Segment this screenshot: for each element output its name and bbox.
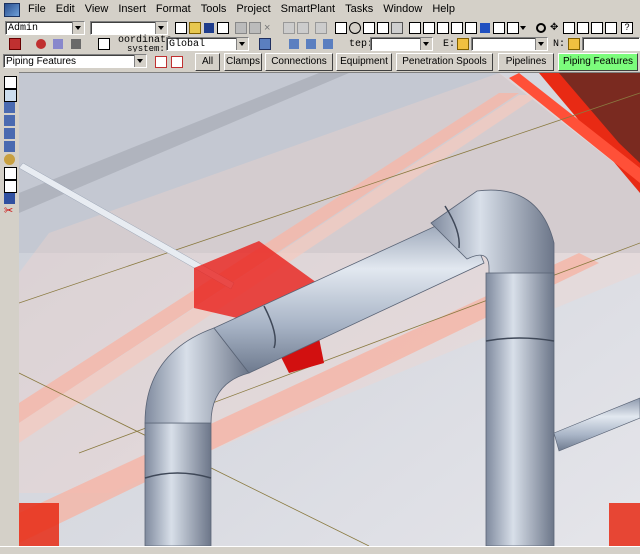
undo-icon[interactable]	[314, 21, 328, 35]
e-label: E:	[443, 39, 456, 50]
menu-window[interactable]: Window	[378, 0, 427, 19]
filter-piping-features-button[interactable]: Piping Features	[558, 53, 638, 71]
open-icon[interactable]	[188, 21, 202, 35]
flag-icon[interactable]	[478, 21, 492, 35]
menu-file[interactable]: File	[23, 0, 51, 19]
filter-clamps-button[interactable]: Clamps	[224, 53, 262, 71]
filter-connections-button[interactable]: Connections	[265, 53, 333, 71]
delete-icon[interactable]: ✂	[4, 206, 15, 217]
save-icon[interactable]	[202, 21, 216, 35]
filter-select-icon[interactable]	[154, 55, 168, 69]
n-label: N:	[553, 39, 566, 50]
menu-edit[interactable]: Edit	[51, 0, 80, 19]
rotate-icon[interactable]	[4, 115, 15, 126]
structure-icon[interactable]	[436, 21, 450, 35]
settings-icon[interactable]	[97, 37, 111, 51]
menu-smartplant[interactable]: SmartPlant	[276, 0, 340, 19]
layer-icon[interactable]	[464, 21, 478, 35]
plane-icon[interactable]	[287, 37, 301, 51]
chevron-down-icon	[72, 22, 84, 34]
bottom-red-beam	[19, 503, 59, 546]
properties-icon[interactable]	[8, 37, 22, 51]
equipment-icon[interactable]	[422, 21, 436, 35]
filter-penetration-spools-button[interactable]: Penetration Spools	[396, 53, 493, 71]
filter-icon[interactable]	[51, 37, 65, 51]
chevron-down-icon[interactable]	[518, 21, 528, 35]
fit-icon[interactable]	[4, 154, 15, 165]
report-icon[interactable]	[362, 21, 376, 35]
finish-icon[interactable]	[69, 37, 83, 51]
menu-bar: File Edit View Insert Format Tools Proje…	[0, 0, 640, 19]
n-lock-icon[interactable]	[567, 37, 581, 51]
chevron-down-icon	[236, 38, 248, 50]
menu-insert[interactable]: Insert	[113, 0, 151, 19]
menu-help[interactable]: Help	[427, 0, 460, 19]
property-icon[interactable]	[282, 21, 296, 35]
zoom-icon[interactable]	[4, 141, 15, 152]
menu-tasks[interactable]: Tasks	[340, 0, 378, 19]
user-combo[interactable]: Admin	[5, 21, 85, 35]
chevron-down-icon	[155, 22, 167, 34]
grid-icon[interactable]	[492, 21, 506, 35]
zoom-icon[interactable]	[534, 21, 548, 35]
graphic-view[interactable]	[19, 73, 640, 546]
app-icon[interactable]	[4, 2, 20, 17]
menu-view[interactable]: View	[80, 0, 114, 19]
checklist-icon[interactable]	[334, 21, 348, 35]
chevron-down-icon	[134, 55, 146, 67]
camera-icon[interactable]	[604, 21, 618, 35]
hanger-icon[interactable]	[450, 21, 464, 35]
standard-toolbar: Admin × ✥ ?	[0, 19, 640, 36]
point-icon[interactable]	[321, 37, 335, 51]
step-lock-icon[interactable]	[456, 37, 470, 51]
menu-format[interactable]: Format	[151, 0, 196, 19]
route-icon[interactable]	[4, 167, 17, 180]
left-tool-palette: ✂	[0, 72, 20, 548]
menu-tools[interactable]: Tools	[196, 0, 232, 19]
tools-icon[interactable]	[376, 21, 390, 35]
measure-icon[interactable]	[4, 102, 15, 113]
filter-equipment-button[interactable]: Equipment	[336, 53, 392, 71]
paste-icon[interactable]	[248, 21, 262, 35]
vertical-pipe-right	[485, 272, 555, 546]
coordinate-system-combo[interactable]: Global	[166, 37, 249, 51]
filter-pipelines-button[interactable]: Pipelines	[498, 53, 554, 71]
pipe-icon[interactable]	[408, 21, 422, 35]
print-icon[interactable]	[216, 21, 230, 35]
new-icon[interactable]	[174, 21, 188, 35]
lock-plane-icon[interactable]	[304, 37, 318, 51]
select-arrow-icon[interactable]	[4, 76, 17, 89]
help-icon[interactable]: ?	[620, 21, 634, 35]
edit-icon[interactable]	[390, 21, 404, 35]
e-combo[interactable]	[471, 37, 548, 51]
command-ribbon: oordinate system: Global tep: E: N:	[0, 35, 640, 54]
coordinate-system-icon[interactable]	[258, 37, 272, 51]
locate-filter-combo[interactable]: Piping Features	[3, 54, 147, 68]
delete-icon[interactable]: ×	[262, 21, 276, 35]
pan-icon[interactable]	[4, 128, 15, 139]
filter-all-button[interactable]: All	[195, 53, 220, 71]
clip-icon[interactable]	[590, 21, 604, 35]
model-scene	[19, 73, 640, 546]
chevron-down-icon	[535, 38, 547, 50]
select-icon[interactable]	[34, 37, 48, 51]
pan-icon[interactable]: ✥	[548, 21, 562, 35]
refresh-icon[interactable]	[348, 21, 362, 35]
filter-edit-icon[interactable]	[170, 55, 184, 69]
fit-icon[interactable]	[562, 21, 576, 35]
insert-icon[interactable]	[4, 180, 17, 193]
n-combo[interactable]	[582, 37, 640, 51]
bottom-right-red-beam	[609, 503, 640, 546]
menu-project[interactable]: Project	[231, 0, 275, 19]
symbol-icon[interactable]	[296, 21, 310, 35]
rotate-icon[interactable]	[576, 21, 590, 35]
select-filter-icon[interactable]	[4, 89, 17, 102]
vertical-pipe-left	[144, 422, 212, 546]
copy-icon[interactable]	[234, 21, 248, 35]
connect-icon[interactable]	[4, 193, 15, 204]
chevron-down-icon	[420, 38, 432, 50]
second-combo[interactable]	[90, 21, 168, 35]
step-combo[interactable]	[370, 37, 433, 51]
